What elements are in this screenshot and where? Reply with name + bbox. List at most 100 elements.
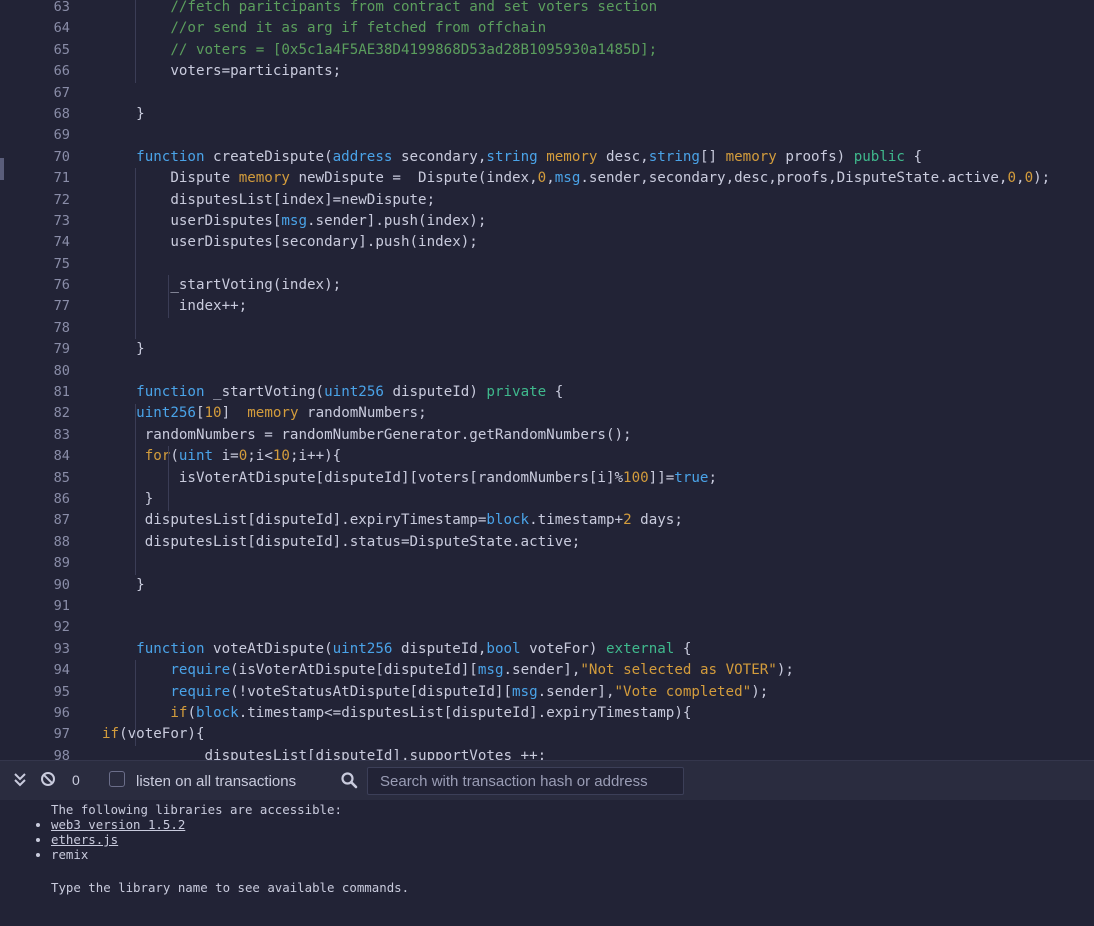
code-line[interactable]: disputesList[index]=newDispute; bbox=[102, 190, 1094, 211]
code-token: { bbox=[904, 148, 923, 165]
terminal-toolbar: 0 listen on all transactions bbox=[0, 760, 1094, 800]
code-token: userDisputes[secondary].push(index); bbox=[170, 234, 478, 251]
code-token: require bbox=[170, 662, 231, 679]
code-line[interactable]: function createDispute(address secondary… bbox=[102, 147, 1094, 168]
library-link-ethers[interactable]: ethers.js bbox=[51, 832, 118, 847]
code-line[interactable]: index++; bbox=[102, 296, 1094, 317]
code-token: ); bbox=[751, 683, 769, 700]
code-token: ]]= bbox=[648, 469, 675, 486]
transaction-search-input[interactable] bbox=[367, 767, 684, 795]
code-line[interactable]: require(!voteStatusAtDispute[disputeId][… bbox=[102, 682, 1094, 703]
line-number: 73 bbox=[53, 212, 70, 229]
code-line[interactable]: //or send it as arg if fetched from offc… bbox=[102, 18, 1094, 39]
code-line[interactable]: disputesList[disputeId].status=DisputeSt… bbox=[102, 532, 1094, 553]
line-number: 66 bbox=[53, 63, 70, 80]
code-line[interactable]: } bbox=[102, 339, 1094, 360]
code-line[interactable]: if(voteFor){ bbox=[102, 724, 1094, 745]
code-line[interactable]: } bbox=[102, 104, 1094, 125]
line-number: 90 bbox=[53, 576, 70, 593]
code-line[interactable]: } bbox=[102, 489, 1094, 510]
library-item-remix: remix bbox=[51, 847, 89, 862]
code-token: 100 bbox=[623, 469, 649, 486]
code-token: for bbox=[144, 448, 171, 465]
code-token: } bbox=[136, 105, 145, 122]
code-line[interactable] bbox=[102, 617, 1094, 638]
line-number: 97 bbox=[53, 726, 70, 743]
code-line[interactable]: } bbox=[102, 575, 1094, 596]
code-token: block bbox=[195, 704, 239, 721]
code-token: randomNumbers = randomNumberGenerator.ge… bbox=[144, 426, 632, 443]
code-line[interactable]: require(isVoterAtDispute[disputeId][msg.… bbox=[102, 660, 1094, 681]
code-line[interactable] bbox=[102, 318, 1094, 339]
code-editor[interactable]: 63 64 65 66 67 68 69 70 71 72 73 74 75 76 77 78 79 80 81 82… bbox=[0, 0, 1094, 760]
line-number: 63 bbox=[53, 0, 70, 15]
code-token: if bbox=[102, 726, 120, 743]
code-token: true bbox=[674, 469, 709, 486]
code-token: string bbox=[486, 148, 538, 165]
code-line[interactable]: voters=participants; bbox=[102, 61, 1094, 82]
code-token: //fetch paritcipants from contract and s… bbox=[170, 0, 658, 15]
code-token: bool bbox=[486, 640, 521, 657]
code-line[interactable] bbox=[102, 553, 1094, 574]
line-number-gutter: 63 64 65 66 67 68 69 70 71 72 73 74 75 76 77 78 79 80 81 82… bbox=[0, 0, 96, 760]
code-line[interactable]: disputesList[disputeId].expiryTimestamp=… bbox=[102, 510, 1094, 531]
indent-guide bbox=[135, 660, 136, 746]
code-token: block bbox=[486, 512, 530, 529]
code-token: voters=participants; bbox=[170, 63, 342, 80]
code-line[interactable]: //fetch paritcipants from contract and s… bbox=[102, 0, 1094, 18]
line-number: 83 bbox=[53, 426, 70, 443]
code-line[interactable]: // voters = [0x5c1a4F5AE38D4199868D53ad2… bbox=[102, 40, 1094, 61]
line-number: 77 bbox=[53, 298, 70, 315]
code-line[interactable]: disputesList[disputeId].supportVotes ++; bbox=[102, 746, 1094, 760]
code-line[interactable] bbox=[102, 254, 1094, 275]
code-line[interactable] bbox=[102, 125, 1094, 146]
code-token: uint bbox=[178, 448, 214, 465]
line-number: 64 bbox=[53, 20, 70, 37]
code-line[interactable]: for(uint i=0;i<10;i++){ bbox=[102, 446, 1094, 467]
code-line[interactable]: isVoterAtDispute[disputeId][voters[rando… bbox=[102, 468, 1094, 489]
code-line[interactable]: uint256[10] memory randomNumbers; bbox=[102, 403, 1094, 424]
line-number: 87 bbox=[53, 512, 70, 529]
code-token: proofs) bbox=[776, 148, 854, 165]
indent-guide bbox=[168, 446, 169, 511]
code-token: external bbox=[606, 640, 675, 657]
code-token: disputesList[disputeId].status=DisputeSt… bbox=[144, 533, 581, 550]
code-line[interactable]: userDisputes[msg.sender].push(index); bbox=[102, 211, 1094, 232]
line-number: 75 bbox=[53, 255, 70, 272]
code-token: 0 bbox=[537, 170, 547, 187]
code-line[interactable]: function voteAtDispute(uint256 disputeId… bbox=[102, 639, 1094, 660]
code-line[interactable] bbox=[102, 361, 1094, 382]
code-token: , bbox=[1016, 170, 1025, 187]
code-token: msg bbox=[512, 683, 538, 700]
library-link-web3[interactable]: web3 version 1.5.2 bbox=[51, 817, 185, 832]
code-line[interactable]: _startVoting(index); bbox=[102, 275, 1094, 296]
code-token: "Vote completed" bbox=[614, 683, 752, 700]
indent-guide bbox=[168, 275, 169, 318]
code-line[interactable] bbox=[102, 596, 1094, 617]
code-line[interactable]: randomNumbers = randomNumberGenerator.ge… bbox=[102, 425, 1094, 446]
line-number: 72 bbox=[53, 191, 70, 208]
code-token: disputeId, bbox=[392, 640, 487, 657]
listen-all-transactions-checkbox[interactable] bbox=[109, 771, 125, 787]
code-area[interactable]: //fetch paritcipants from contract and s… bbox=[102, 0, 1094, 760]
clear-console-icon[interactable] bbox=[40, 771, 56, 792]
double-chevron-down-icon[interactable] bbox=[13, 771, 27, 792]
code-line[interactable]: function _startVoting(uint256 disputeId)… bbox=[102, 382, 1094, 403]
code-token: private bbox=[486, 384, 547, 401]
code-line[interactable]: Dispute memory newDispute = Dispute(inde… bbox=[102, 168, 1094, 189]
code-line[interactable]: if(block.timestamp<=disputesList[dispute… bbox=[102, 703, 1094, 724]
code-line[interactable] bbox=[102, 83, 1094, 104]
code-token: string bbox=[648, 148, 700, 165]
code-token: .sender].push(index); bbox=[307, 212, 487, 229]
code-line[interactable]: userDisputes[secondary].push(index); bbox=[102, 232, 1094, 253]
line-number: 70 bbox=[53, 148, 70, 165]
indent-guide bbox=[135, 168, 136, 340]
